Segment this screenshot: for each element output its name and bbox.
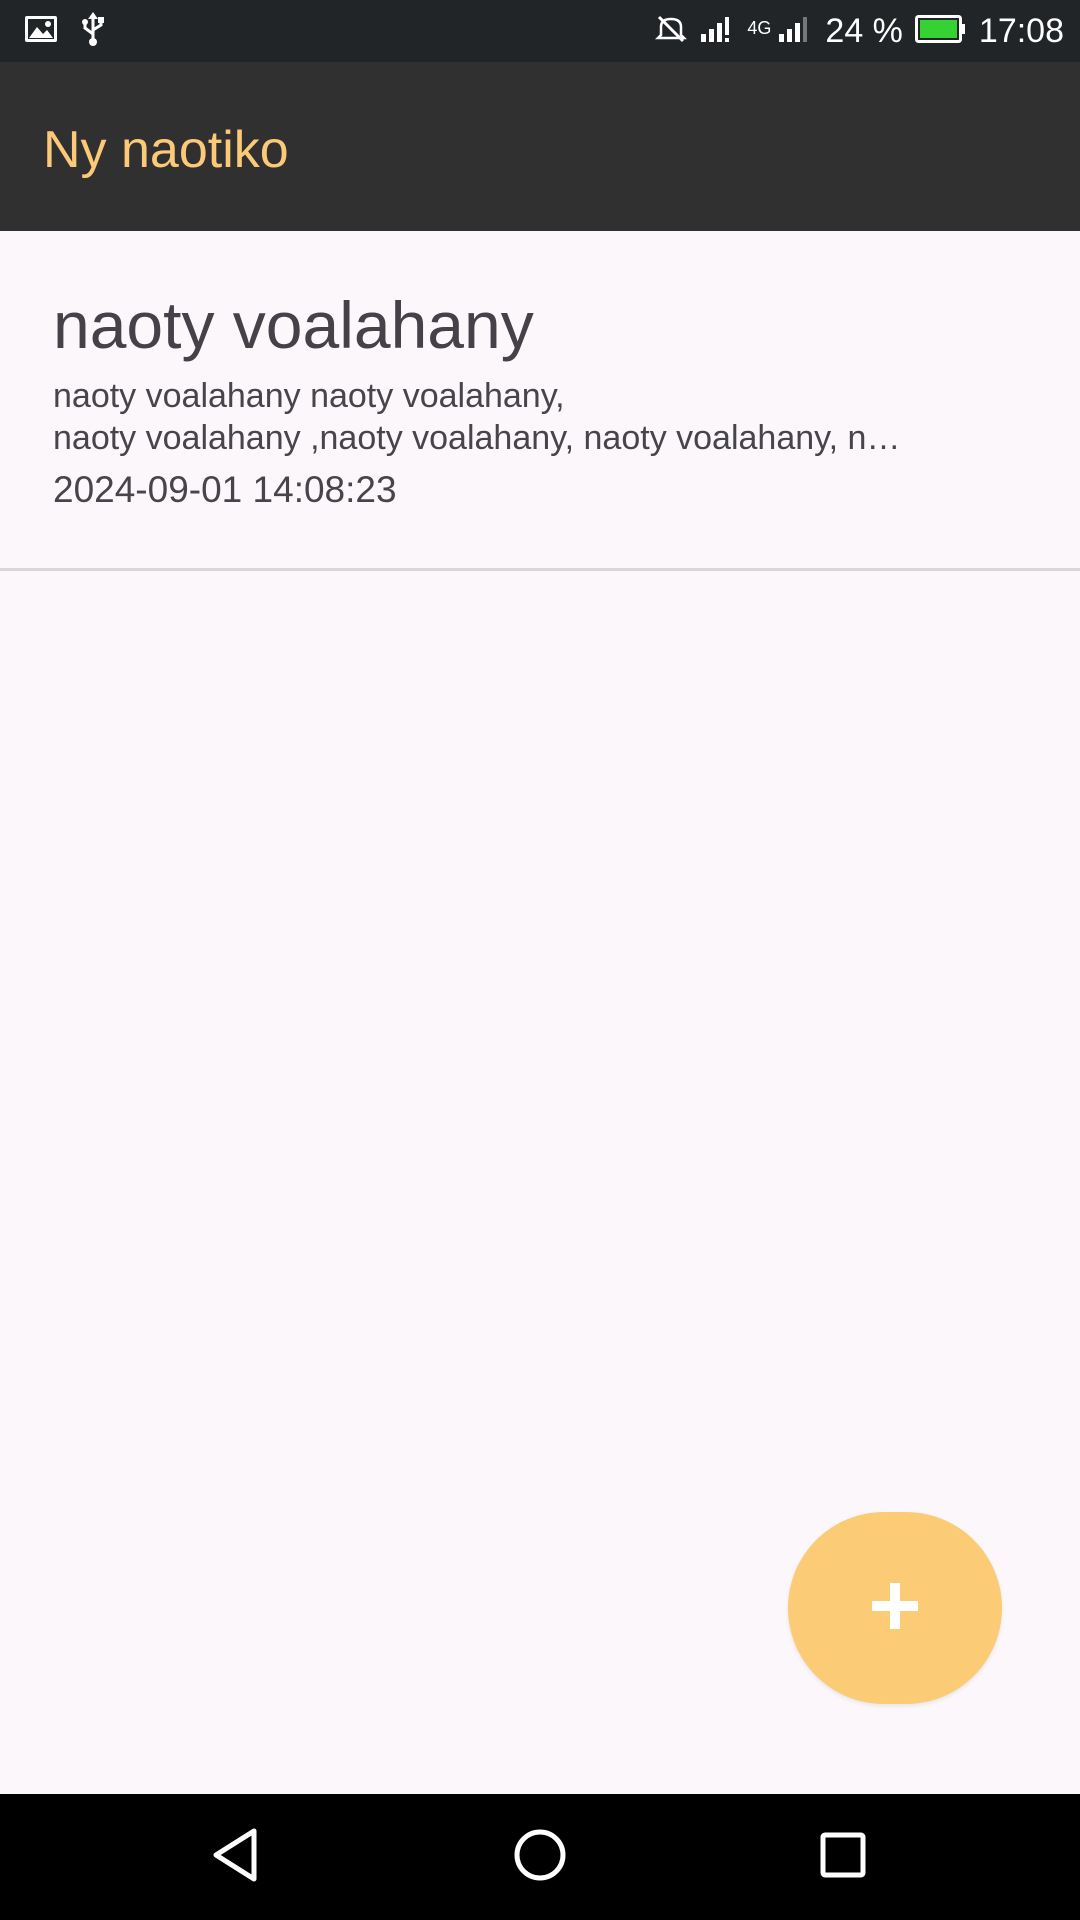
- battery-icon: [914, 14, 967, 49]
- status-time: 17:08: [978, 12, 1064, 50]
- signal-icon-2: [777, 14, 813, 49]
- status-bar: 4G 24 % 17:08: [0, 0, 1080, 62]
- signal-icon: [699, 14, 735, 49]
- usb-icon: [80, 11, 106, 51]
- recents-icon: [819, 1831, 867, 1884]
- add-note-button[interactable]: [788, 1512, 1002, 1704]
- battery-percent: 24 %: [825, 12, 903, 50]
- note-title: naoty voalahany: [53, 288, 534, 362]
- list-divider: [0, 568, 1080, 571]
- mute-icon: [655, 13, 688, 50]
- back-button[interactable]: [200, 1822, 270, 1892]
- list-item[interactable]: naoty voalahany naoty voalahany naoty vo…: [0, 231, 1080, 570]
- image-icon: [24, 15, 58, 48]
- app-title: Ny naotiko: [43, 121, 289, 179]
- back-icon: [210, 1827, 260, 1888]
- network-type-label: 4G: [747, 17, 772, 38]
- app-bar: Ny naotiko: [0, 62, 1080, 231]
- note-body-line: naoty voalahany naoty voalahany,: [53, 377, 565, 415]
- home-icon: [513, 1828, 567, 1887]
- navigation-bar: [0, 1794, 1080, 1920]
- note-date: 2024-09-01 14:08:23: [53, 469, 397, 510]
- note-body: naoty voalahany naoty voalahany, naoty v…: [53, 375, 913, 459]
- note-body-line: naoty voalahany ,naoty voalahany, naoty …: [53, 419, 913, 457]
- home-button[interactable]: [505, 1822, 575, 1892]
- recents-button[interactable]: [808, 1822, 878, 1892]
- plus-icon: [870, 1581, 920, 1636]
